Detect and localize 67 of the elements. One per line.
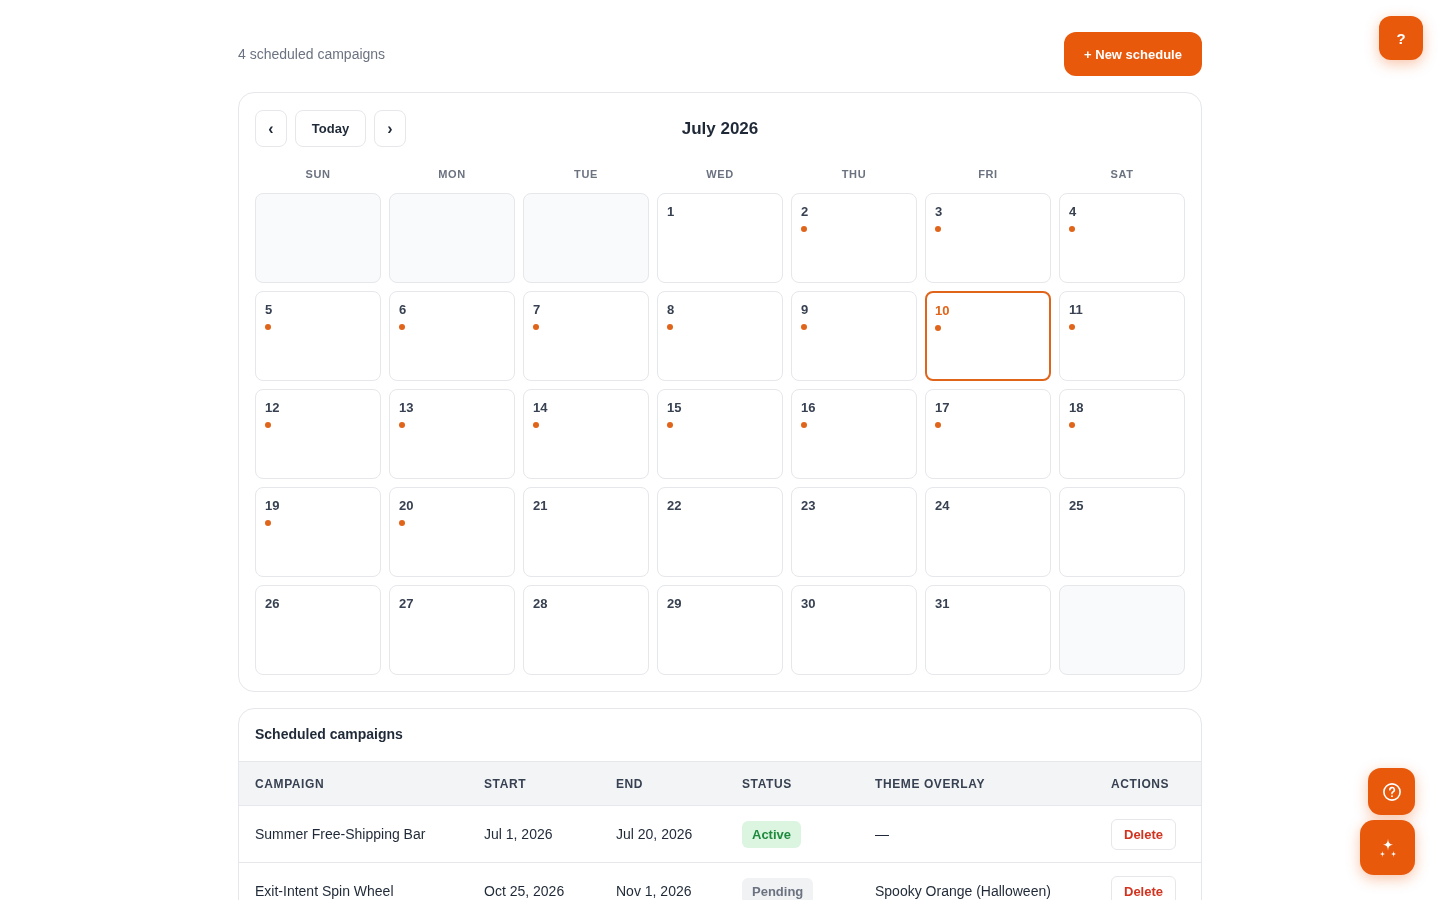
day-cell[interactable]: 18 (1059, 389, 1185, 479)
column-header: CAMPAIGN (255, 776, 326, 791)
day-cell[interactable]: 2 (791, 193, 917, 283)
day-cell[interactable]: 9 (791, 291, 917, 381)
weekday-label: THU (840, 168, 868, 180)
day-cell[interactable]: 30 (791, 585, 917, 675)
day-cell[interactable]: 4 (1059, 193, 1185, 283)
day-cell[interactable]: 5 (255, 291, 381, 381)
day-cell[interactable]: 16 (791, 389, 917, 479)
delete-button[interactable]: Delete (1111, 818, 1177, 850)
day-cell[interactable]: 29 (657, 585, 783, 675)
day-cell[interactable]: 20 (389, 487, 515, 577)
day-cell[interactable]: 13 (389, 389, 515, 479)
new-schedule-button[interactable]: + New schedule (1064, 32, 1202, 76)
delete-button[interactable]: Delete (1111, 875, 1177, 900)
day-cell[interactable]: 11 (1059, 291, 1185, 381)
day-cell[interactable]: 10 (925, 291, 1051, 381)
day-cell[interactable]: 17 (925, 389, 1051, 479)
day-cell[interactable]: 24 (925, 487, 1051, 577)
day-cell[interactable]: 7 (523, 291, 649, 381)
weekday-label: WED (705, 168, 735, 180)
question-circle-icon (1382, 782, 1401, 801)
day-cell[interactable]: 25 (1059, 487, 1185, 577)
table-cell-text: Exit-Intent Spin Wheel (255, 883, 395, 899)
day-cell[interactable]: 3 (925, 193, 1051, 283)
day-cell[interactable]: 22 (657, 487, 783, 577)
column-header: STATUS (742, 776, 793, 791)
status-badge: Pending (742, 877, 814, 900)
day-cell[interactable]: 23 (791, 487, 917, 577)
weekday-label: TUE (573, 168, 599, 180)
help-button[interactable]: ? (1379, 16, 1423, 60)
weekday-label: MON (437, 168, 467, 180)
table-cell-text: Nov 1, 2026 (616, 883, 693, 899)
day-cell[interactable]: 8 (657, 291, 783, 381)
day-cell[interactable]: 15 (657, 389, 783, 479)
day-cell[interactable]: 12 (255, 389, 381, 479)
day-cell[interactable]: 1 (657, 193, 783, 283)
table-cell-text: Spooky Orange (Halloween) (875, 883, 1052, 899)
day-cell[interactable]: 31 (925, 585, 1051, 675)
section-title: Scheduled campaigns (254, 725, 404, 744)
day-cell[interactable]: 27 (389, 585, 515, 675)
help-button[interactable] (1368, 768, 1415, 815)
table-cell-text: Jul 20, 2026 (616, 826, 694, 842)
day-cell[interactable]: 19 (255, 487, 381, 577)
day-cell[interactable]: 21 (523, 487, 649, 577)
next-month-button[interactable]: › (374, 110, 406, 147)
table-cell-text: Oct 25, 2026 (484, 883, 566, 899)
column-header: START (484, 776, 528, 791)
today-button[interactable]: Today (295, 110, 366, 147)
table-cell-text: — (875, 826, 890, 842)
column-header: THEME OVERLAY (875, 776, 987, 791)
table-cell-text: Summer Free-Shipping Bar (255, 826, 427, 842)
day-cell[interactable]: 28 (523, 585, 649, 675)
column-header: END (616, 776, 645, 791)
month-title: July 2026 (681, 118, 759, 139)
campaign-count: 4 scheduled campaigns (238, 46, 386, 62)
sparkle-button[interactable] (1360, 820, 1415, 875)
status-badge: Active (742, 820, 802, 848)
column-header: ACTIONS (1111, 776, 1171, 791)
weekday-label: SAT (1109, 168, 1135, 180)
day-cell[interactable]: 14 (523, 389, 649, 479)
previous-month-button[interactable]: ‹ (255, 110, 287, 147)
weekday-label: FRI (977, 168, 999, 180)
table-cell-text: Jul 1, 2026 (484, 826, 554, 842)
day-cell[interactable]: 26 (255, 585, 381, 675)
weekday-label: SUN (304, 168, 332, 180)
day-cell[interactable]: 6 (389, 291, 515, 381)
